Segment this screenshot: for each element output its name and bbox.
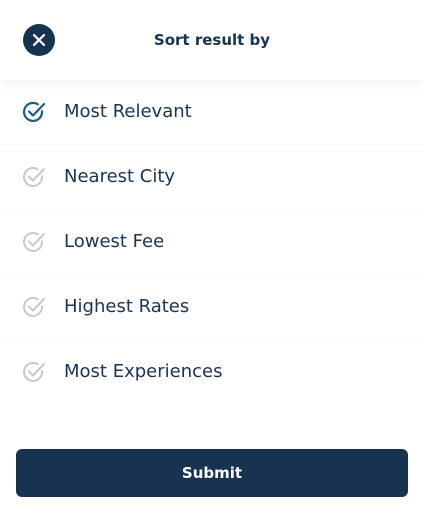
sort-option-lowest-fee[interactable]: Lowest Fee [0,210,424,275]
check-circle-icon [23,231,45,252]
submit-button[interactable]: Submit [16,449,408,497]
sort-option-label: Most Experiences [64,361,223,382]
sort-option-most-experiences[interactable]: Most Experiences [0,340,424,404]
sheet-header: Sort result by [0,0,424,80]
sort-option-label: Most Relevant [64,101,192,122]
check-circle-icon [23,361,45,382]
sort-option-nearest-city[interactable]: Nearest City [0,145,424,210]
check-circle-icon [22,101,46,123]
sort-option-label: Nearest City [64,166,176,187]
sort-option-label: Lowest Fee [64,231,165,252]
sort-sheet: Sort result by Most Relevant Nearest Cit… [0,0,424,517]
check-circle-icon [23,296,45,317]
sort-option-label: Highest Rates [64,296,190,317]
page-title: Sort result by [153,31,271,49]
sort-option-highest-rates[interactable]: Highest Rates [0,275,424,340]
check-circle-icon [23,166,45,187]
sort-options-list: Most Relevant Nearest City Lowest Fee Hi… [0,80,424,404]
sort-option-most-relevant[interactable]: Most Relevant [0,80,424,145]
